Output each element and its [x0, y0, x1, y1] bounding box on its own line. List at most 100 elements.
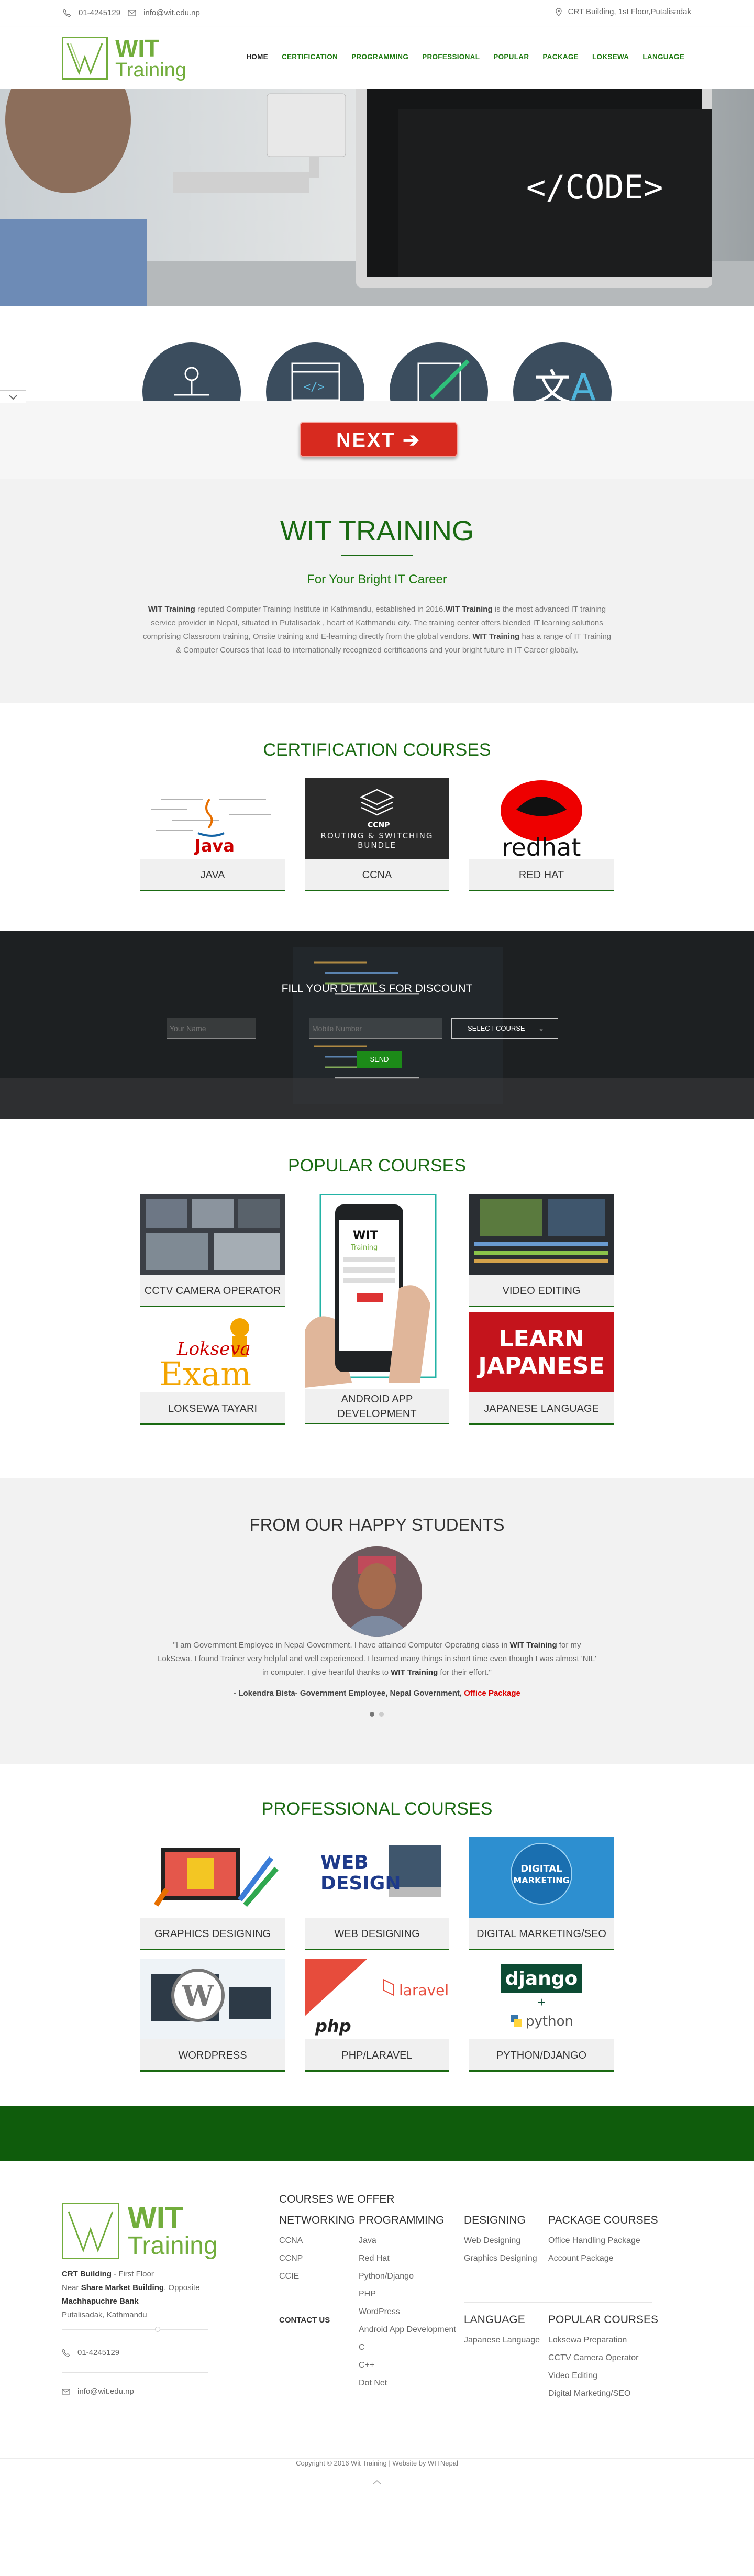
scroll-top-button[interactable] — [370, 2478, 384, 2486]
ccnp-image: CCNP ROUTING & SWITCHING BUNDLE — [305, 778, 449, 859]
about-title-underline — [341, 555, 413, 556]
certification-title: CERTIFICATION COURSES — [0, 740, 754, 760]
footer-link[interactable]: WordPress — [359, 2303, 456, 2321]
course-card-label: GRAPHICS DESIGNING — [140, 1918, 285, 1950]
hero-code-text: </CODE> — [526, 168, 663, 206]
svg-text:W: W — [182, 1979, 215, 2013]
mobile-input[interactable] — [309, 1018, 442, 1039]
nav-package[interactable]: PACKAGE — [536, 53, 585, 61]
footer-link[interactable]: CCIE — [279, 2268, 355, 2285]
course-card-android[interactable]: WIT Training ANDROID APP DEVELOPMENT — [305, 1194, 449, 1424]
envelope-icon — [128, 9, 136, 17]
logo-mark — [62, 2203, 119, 2259]
site-logo[interactable]: WIT Training — [62, 36, 186, 80]
divider — [0, 2458, 754, 2459]
course-card-ccna[interactable]: CCNP ROUTING & SWITCHING BUNDLE CCNA — [305, 778, 449, 891]
nav-programming[interactable]: PROGRAMMING — [345, 53, 415, 61]
footer-link[interactable]: Python/Django — [359, 2268, 456, 2285]
cctv-image — [140, 1194, 285, 1275]
logo-text-wit: WIT — [115, 35, 160, 62]
nav-professional[interactable]: PROFESSIONAL — [415, 53, 486, 61]
course-card-loksewa[interactable]: Lokseva Exam LOKSEWA TAYARI — [140, 1312, 285, 1425]
about-section: WIT TRAINING For Your Bright IT Career W… — [0, 479, 754, 703]
nav-language[interactable]: LANGUAGE — [636, 53, 691, 61]
logo-text-training: Training — [115, 59, 186, 81]
footer-link[interactable]: PHP — [359, 2285, 456, 2303]
nav-certification[interactable]: CERTIFICATION — [275, 53, 345, 61]
footer-logo-training: Training — [128, 2232, 218, 2260]
carousel-dot-active[interactable] — [370, 1712, 374, 1717]
svg-text:MARKETING: MARKETING — [513, 1875, 569, 1885]
hero-image: </CODE> — [0, 89, 754, 306]
nav-home[interactable]: HOME — [239, 53, 275, 61]
learn-japanese-image: LEARN JAPANESE — [469, 1312, 614, 1392]
discount-section: FILL YOUR DETAILS FOR DISCOUNT SELECT CO… — [0, 931, 754, 1119]
course-card-japanese[interactable]: LEARN JAPANESE JAPANESE LANGUAGE — [469, 1312, 614, 1425]
author-course-link[interactable]: Office Package — [464, 1689, 520, 1698]
footer-link[interactable]: Java — [359, 2232, 456, 2250]
footer-link[interactable]: C++ — [359, 2357, 456, 2374]
course-select[interactable]: SELECT COURSE ⌄ — [451, 1018, 558, 1039]
course-card-label: DIGITAL MARKETING/SEO — [469, 1918, 614, 1950]
footer-link[interactable]: Loksewa Preparation — [548, 2331, 658, 2349]
footer-logo-wit: WIT — [128, 2201, 184, 2235]
course-card-php-laravel[interactable]: laravel php PHP/LARAVEL — [305, 1959, 449, 2072]
send-button[interactable]: SEND — [357, 1051, 402, 1068]
topbar-email[interactable]: info@wit.edu.np — [143, 8, 200, 17]
footer-link[interactable]: Red Hat — [359, 2250, 456, 2268]
courses-heading: COURSES WE OFFER — [279, 2193, 395, 2205]
footer-link[interactable]: Android App Development — [359, 2321, 456, 2339]
wordpress-icon: W — [151, 1969, 271, 2022]
site-footer: WIT Training CRT Building - First Floor … — [0, 2161, 754, 2576]
contact-us-link[interactable]: CONTACT US — [279, 2316, 330, 2325]
nav-popular[interactable]: POPULAR — [486, 53, 536, 61]
loksewa-exam-image: Lokseva Exam — [140, 1312, 285, 1392]
svg-text:php: php — [315, 2016, 351, 2036]
footer-link[interactable]: Dot Net — [359, 2374, 456, 2392]
footer-link[interactable]: Video Editing — [548, 2367, 658, 2385]
footer-email[interactable]: info@wit.edu.np — [62, 2387, 134, 2396]
footer-phone[interactable]: 01-4245129 — [62, 2348, 119, 2357]
footer-link[interactable]: C — [359, 2339, 456, 2357]
course-card-python-django[interactable]: django + python PYTHON/DJANGO — [469, 1959, 614, 2072]
chevron-down-icon: ⌄ — [538, 1024, 544, 1032]
footer-link[interactable]: CCNP — [279, 2250, 355, 2268]
course-card-label: JAVA — [140, 859, 285, 891]
course-card-video-editing[interactable]: VIDEO EDITING — [469, 1194, 614, 1307]
nav-loksewa[interactable]: LOKSEWA — [585, 53, 636, 61]
footer-link[interactable]: CCNA — [279, 2232, 355, 2250]
course-card-cctv[interactable]: CCTV CAMERA OPERATOR — [140, 1194, 285, 1307]
popular-title: POPULAR COURSES — [0, 1156, 754, 1176]
footer-link[interactable]: Japanese Language — [464, 2331, 540, 2349]
side-collapse-tab[interactable] — [0, 390, 26, 403]
footer-link[interactable]: CCTV Camera Operator — [548, 2349, 658, 2367]
course-card-java[interactable]: Java JAVA — [140, 778, 285, 891]
topbar-phone[interactable]: 01-4245129 — [79, 8, 120, 17]
footer-link[interactable]: Digital Marketing/SEO — [548, 2385, 658, 2403]
footer-link[interactable]: Web Designing — [464, 2232, 537, 2250]
testimonial-section: FROM OUR HAPPY STUDENTS "I am Government… — [0, 1478, 754, 1764]
footer-col-language: LANGUAGE Japanese Language — [464, 2314, 540, 2349]
footer-link[interactable]: Office Handling Package — [548, 2232, 658, 2250]
footer-link[interactable]: Graphics Designing — [464, 2250, 537, 2268]
about-subtitle: For Your Bright IT Career — [307, 572, 447, 587]
svg-text:+: + — [537, 1994, 545, 2010]
svg-text:python: python — [526, 2014, 573, 2029]
course-card-label: ANDROID APP DEVELOPMENT — [305, 1389, 449, 1424]
svg-text:DESIGN: DESIGN — [320, 1873, 401, 1894]
svg-text:Exam: Exam — [159, 1355, 251, 1392]
student-avatar — [332, 1546, 422, 1637]
carousel-dot[interactable] — [379, 1712, 384, 1717]
course-card-graphics[interactable]: GRAPHICS DESIGNING — [140, 1837, 285, 1950]
course-card-digital-marketing[interactable]: DIGITAL MARKETING DIGITAL MARKETING/SEO — [469, 1837, 614, 1950]
course-card-web-design[interactable]: WEB DESIGN WEB DESIGNING — [305, 1837, 449, 1950]
svg-text:LEARN: LEARN — [499, 1325, 584, 1352]
course-card-redhat[interactable]: redhat RED HAT — [469, 778, 614, 891]
envelope-icon — [62, 2387, 70, 2396]
name-input[interactable] — [167, 1018, 256, 1039]
next-button[interactable]: NEXT ➔ — [300, 422, 458, 457]
python-django-image: django + python — [469, 1959, 614, 2039]
footer-logo[interactable]: WIT Training — [62, 2203, 218, 2259]
footer-link[interactable]: Account Package — [548, 2250, 658, 2268]
course-card-wordpress[interactable]: W WORDPRESS — [140, 1959, 285, 2072]
